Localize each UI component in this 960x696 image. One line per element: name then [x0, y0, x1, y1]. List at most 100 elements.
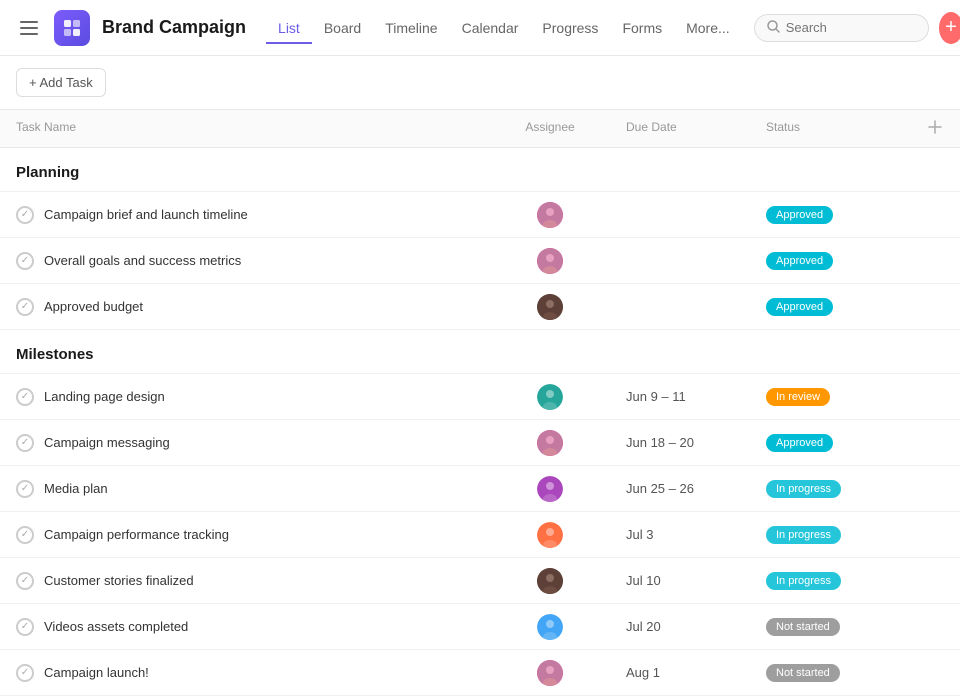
- avatar: [537, 522, 563, 548]
- due-date-cell: Jun 18 – 20: [610, 427, 750, 458]
- status-cell: Approved: [750, 290, 910, 324]
- task-name-cell: Media plan: [0, 472, 490, 506]
- table-row: Media plan Jun 25 – 26 In progress: [0, 466, 960, 512]
- status-cell: In progress: [750, 564, 910, 598]
- task-check[interactable]: [16, 252, 34, 270]
- task-name-cell: Campaign launch!: [0, 656, 490, 690]
- task-check[interactable]: [16, 388, 34, 406]
- assignee-cell: [490, 606, 610, 648]
- task-name-cell: Approved budget: [0, 290, 490, 324]
- row-add[interactable]: [910, 253, 960, 269]
- hamburger-icon: [20, 21, 38, 35]
- toolbar: + Add Task: [0, 56, 960, 110]
- assignee-cell: [490, 286, 610, 328]
- tab-forms[interactable]: Forms: [610, 14, 674, 44]
- status-badge: In review: [766, 388, 830, 406]
- status-cell: Approved: [750, 198, 910, 232]
- add-button[interactable]: +: [939, 12, 960, 44]
- col-assignee: Assignee: [490, 110, 610, 147]
- task-name: Campaign brief and launch timeline: [44, 207, 248, 222]
- task-name: Campaign messaging: [44, 435, 170, 450]
- avatar: [537, 294, 563, 320]
- avatar: [537, 384, 563, 410]
- task-check[interactable]: [16, 434, 34, 452]
- section-header-milestones: Milestones: [0, 330, 960, 374]
- status-badge: Approved: [766, 298, 833, 316]
- status-cell: Not started: [750, 656, 910, 690]
- task-check[interactable]: [16, 664, 34, 682]
- avatar: [537, 248, 563, 274]
- header-right: +: [754, 12, 960, 44]
- task-check[interactable]: [16, 572, 34, 590]
- status-badge: In progress: [766, 526, 841, 544]
- due-date-cell: Jul 10: [610, 565, 750, 596]
- project-title: Brand Campaign: [102, 17, 246, 38]
- row-add[interactable]: [910, 665, 960, 681]
- task-name-cell: Campaign messaging: [0, 426, 490, 460]
- menu-button[interactable]: [16, 17, 42, 39]
- row-add[interactable]: [910, 573, 960, 589]
- task-check[interactable]: [16, 618, 34, 636]
- table-row: Approved budget Approved: [0, 284, 960, 330]
- row-add[interactable]: [910, 481, 960, 497]
- status-cell: In review: [750, 380, 910, 414]
- status-badge: Not started: [766, 664, 840, 682]
- section-title-milestones: Milestones: [0, 330, 490, 373]
- assignee-cell: [490, 560, 610, 602]
- add-task-label: + Add Task: [29, 75, 93, 90]
- task-check[interactable]: [16, 526, 34, 544]
- due-date-cell: [610, 253, 750, 269]
- status-badge: Approved: [766, 206, 833, 224]
- due-date-cell: [610, 207, 750, 223]
- task-name: Overall goals and success metrics: [44, 253, 241, 268]
- tab-calendar[interactable]: Calendar: [450, 14, 531, 44]
- task-check[interactable]: [16, 298, 34, 316]
- tab-list[interactable]: List: [266, 14, 312, 44]
- add-task-button[interactable]: + Add Task: [16, 68, 106, 97]
- table-row: Videos assets completed Jul 20 Not start…: [0, 604, 960, 650]
- avatar: [537, 430, 563, 456]
- status-badge: Approved: [766, 434, 833, 452]
- col-add[interactable]: [910, 110, 960, 147]
- task-name: Videos assets completed: [44, 619, 188, 634]
- table-row: Campaign performance tracking Jul 3 In p…: [0, 512, 960, 558]
- tab-timeline[interactable]: Timeline: [373, 14, 449, 44]
- tab-board[interactable]: Board: [312, 14, 373, 44]
- table-row: Overall goals and success metrics Approv…: [0, 238, 960, 284]
- section-header-planning: Planning: [0, 148, 960, 192]
- task-name-cell: Customer stories finalized: [0, 564, 490, 598]
- table-row: Campaign launch! Aug 1 Not started: [0, 650, 960, 696]
- task-name-cell: Campaign brief and launch timeline: [0, 198, 490, 232]
- task-name: Landing page design: [44, 389, 165, 404]
- row-add[interactable]: [910, 619, 960, 635]
- row-add[interactable]: [910, 389, 960, 405]
- avatar: [537, 202, 563, 228]
- tab-progress[interactable]: Progress: [530, 14, 610, 44]
- task-name: Campaign performance tracking: [44, 527, 229, 542]
- assignee-cell: [490, 514, 610, 556]
- task-check[interactable]: [16, 206, 34, 224]
- task-check[interactable]: [16, 480, 34, 498]
- section-planning: Planning Campaign brief and launch timel…: [0, 148, 960, 330]
- table-row: Landing page design Jun 9 – 11 In review: [0, 374, 960, 420]
- row-add[interactable]: [910, 207, 960, 223]
- search-input[interactable]: [786, 20, 916, 35]
- col-status: Status: [750, 110, 910, 147]
- status-badge: Not started: [766, 618, 840, 636]
- avatar: [537, 660, 563, 686]
- due-date-cell: Jul 3: [610, 519, 750, 550]
- assignee-cell: [490, 468, 610, 510]
- task-name: Approved budget: [44, 299, 143, 314]
- status-cell: In progress: [750, 472, 910, 506]
- table-container: Task name Assignee Due date Status Plann…: [0, 110, 960, 696]
- assignee-cell: [490, 376, 610, 418]
- row-add[interactable]: [910, 527, 960, 543]
- row-add[interactable]: [910, 299, 960, 315]
- task-name: Media plan: [44, 481, 108, 496]
- section-title-planning: Planning: [0, 148, 490, 191]
- search-box[interactable]: [754, 14, 929, 42]
- tab-more[interactable]: More...: [674, 14, 742, 44]
- row-add[interactable]: [910, 435, 960, 451]
- search-icon: [767, 20, 780, 36]
- section-milestones: Milestones Landing page design Jun 9 – 1…: [0, 330, 960, 696]
